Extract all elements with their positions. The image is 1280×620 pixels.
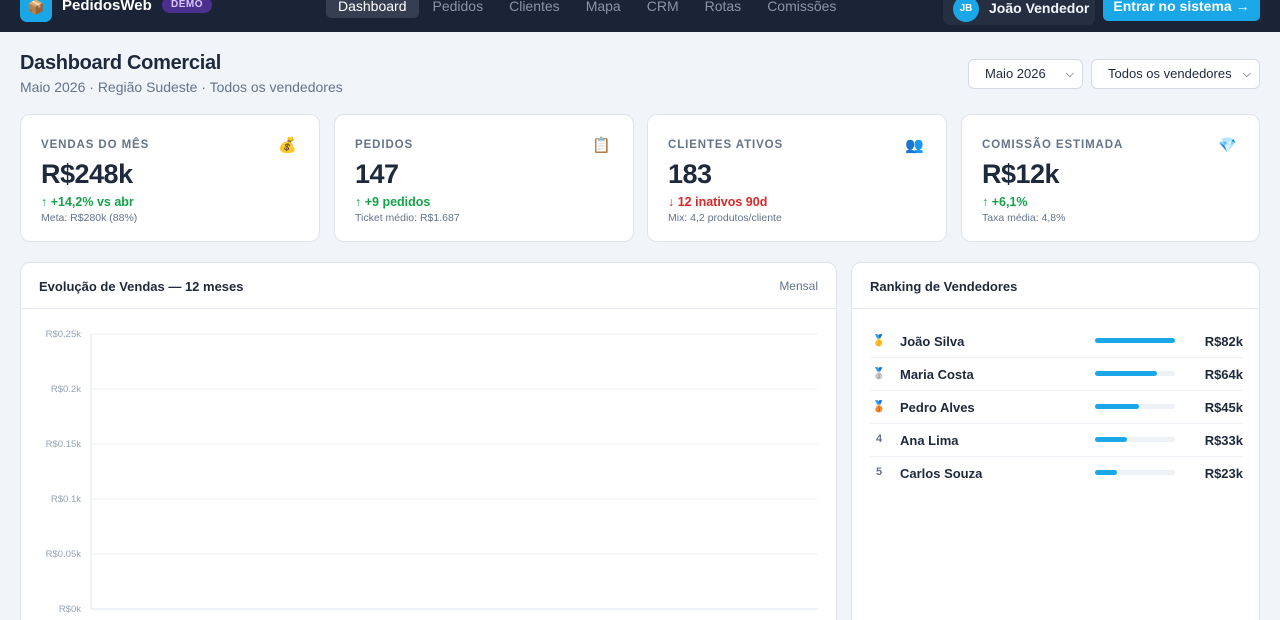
- rank-position: 5: [875, 466, 883, 478]
- progress-bar: [1095, 371, 1175, 376]
- page-title: Dashboard Comercial: [20, 52, 222, 74]
- kpi-card-clientes: CLIENTES ATIVOS 👥 183 ↓ 12 inativos 90d …: [647, 114, 947, 242]
- login-button[interactable]: Entrar no sistema →: [1103, 0, 1260, 21]
- main-nav: Dashboard Pedidos Clientes Mapa CRM Rota…: [326, 0, 850, 18]
- panel-header: Evolução de Vendas — 12 meses Mensal: [21, 263, 836, 309]
- kpi-delta: ↑ +6,1%: [982, 195, 1028, 209]
- y-tick-label: R$0.25k: [46, 329, 82, 340]
- gem-icon: 💎: [1218, 137, 1237, 154]
- bronze-medal-icon: 🥉: [872, 401, 886, 413]
- y-tick-label: R$0.15k: [46, 439, 82, 450]
- clipboard-icon: 📋: [592, 137, 611, 154]
- kpi-note: Mix: 4,2 produtos/cliente: [668, 212, 782, 224]
- users-icon: 👥: [905, 137, 924, 154]
- seller-select-value: Todos os vendedores: [1108, 66, 1232, 81]
- kpi-note: Taxa média: 4,8%: [982, 212, 1066, 224]
- ranking-row[interactable]: 🥈 Maria Costa R$64k: [870, 358, 1243, 391]
- nav-item-pedidos[interactable]: Pedidos: [421, 0, 496, 18]
- user-name: João Vendedor: [989, 0, 1090, 16]
- package-icon[interactable]: 📦: [20, 0, 52, 22]
- ranking-row[interactable]: 5 Carlos Souza R$23k: [870, 457, 1243, 490]
- nav-item-crm[interactable]: CRM: [635, 0, 691, 18]
- ranking-row[interactable]: 4 Ana Lima R$33k: [870, 424, 1243, 457]
- top-navbar: 📦 PedidosWeb DEMO Dashboard Pedidos Clie…: [0, 0, 1280, 32]
- nav-item-rotas[interactable]: Rotas: [693, 0, 754, 18]
- ranking-title: Ranking de Vendedores: [870, 279, 1018, 294]
- kpi-card-comissao: COMISSÃO ESTIMADA 💎 R$12k ↑ +6,1% Taxa m…: [961, 114, 1260, 242]
- kpi-value: 183: [668, 159, 712, 189]
- y-tick-label: R$0.2k: [51, 384, 81, 395]
- y-tick-label: R$0k: [59, 604, 81, 615]
- progress-bar: [1095, 437, 1175, 442]
- kpi-value: R$12k: [982, 159, 1060, 189]
- kpi-delta: ↓ 12 inativos 90d: [668, 195, 768, 209]
- seller-value: R$64k: [1204, 367, 1243, 382]
- user-menu[interactable]: JB João Vendedor: [943, 0, 1095, 25]
- seller-name: Maria Costa: [900, 367, 974, 382]
- seller-name: Carlos Souza: [900, 466, 983, 481]
- kpi-card-pedidos: PEDIDOS 📋 147 ↑ +9 pedidos Ticket médio:…: [334, 114, 634, 242]
- demo-badge: DEMO: [162, 0, 212, 13]
- chart-title: Evolução de Vendas — 12 meses: [39, 279, 244, 294]
- progress-bar: [1095, 404, 1175, 409]
- chevron-down-icon: ⌵: [1242, 68, 1251, 80]
- y-tick-label: R$0.05k: [46, 549, 82, 560]
- progress-fill: [1095, 437, 1128, 442]
- kpi-delta: ↑ +9 pedidos: [355, 195, 431, 209]
- sales-chart-panel: Evolução de Vendas — 12 meses Mensal R$0…: [20, 262, 837, 620]
- month-select[interactable]: Maio 2026 ⌵: [968, 59, 1083, 89]
- kpi-label: CLIENTES ATIVOS: [668, 139, 784, 151]
- kpi-card-vendas: VENDAS DO MÊS 💰 R$248k ↑ +14,2% vs abr M…: [20, 114, 320, 242]
- seller-name: Pedro Alves: [900, 400, 975, 415]
- panel-header: Ranking de Vendedores: [852, 263, 1259, 309]
- kpi-note: Meta: R$280k (88%): [41, 212, 138, 224]
- seller-value: R$82k: [1204, 334, 1243, 349]
- sales-chart: R$0k R$0.05k R$0.1k R$0.15k R$0.2k R$0.25k: [46, 329, 818, 615]
- chart-period: Mensal: [779, 279, 818, 293]
- ranking-list: 🥇 João Silva R$82k 🥈 Maria Costa R$64k 🥉…: [870, 325, 1243, 490]
- ranking-panel: Ranking de Vendedores 🥇 João Silva R$82k…: [851, 262, 1260, 620]
- logo-glyph: 📦: [27, 0, 45, 15]
- progress-fill: [1095, 470, 1118, 475]
- rank-position: 4: [875, 433, 883, 445]
- silver-medal-icon: 🥈: [872, 368, 886, 380]
- progress-bar: [1095, 338, 1175, 343]
- ranking-row[interactable]: 🥉 Pedro Alves R$45k: [870, 391, 1243, 424]
- progress-fill: [1095, 338, 1175, 343]
- money-bag-icon: 💰: [278, 137, 297, 154]
- gold-medal-icon: 🥇: [872, 335, 886, 347]
- seller-name: João Silva: [900, 334, 965, 349]
- progress-fill: [1095, 404, 1139, 409]
- brand-name[interactable]: PedidosWeb: [62, 0, 152, 14]
- progress-fill: [1095, 371, 1158, 376]
- y-tick-label: R$0.1k: [51, 494, 81, 505]
- nav-item-clientes[interactable]: Clientes: [497, 0, 572, 18]
- progress-bar: [1095, 470, 1175, 475]
- nav-item-mapa[interactable]: Mapa: [574, 0, 633, 18]
- kpi-label: PEDIDOS: [355, 139, 414, 151]
- seller-select[interactable]: Todos os vendedores ⌵: [1091, 59, 1260, 89]
- kpi-label: VENDAS DO MÊS: [41, 139, 150, 151]
- seller-value: R$23k: [1204, 466, 1243, 481]
- ranking-row[interactable]: 🥇 João Silva R$82k: [870, 325, 1243, 358]
- month-select-value: Maio 2026: [985, 66, 1046, 81]
- kpi-note: Ticket médio: R$1.687: [355, 212, 460, 224]
- avatar: JB: [953, 0, 979, 22]
- nav-item-comissoes[interactable]: Comissões: [755, 0, 848, 18]
- kpi-label: COMISSÃO ESTIMADA: [982, 139, 1124, 151]
- kpi-delta: ↑ +14,2% vs abr: [41, 195, 134, 209]
- seller-name: Ana Lima: [900, 433, 959, 448]
- page-subtitle: Maio 2026 · Região Sudeste · Todos os ve…: [20, 79, 343, 95]
- nav-item-dashboard[interactable]: Dashboard: [326, 0, 419, 18]
- chevron-down-icon: ⌵: [1065, 68, 1074, 80]
- seller-value: R$45k: [1204, 400, 1243, 415]
- seller-value: R$33k: [1204, 433, 1243, 448]
- kpi-value: 147: [355, 159, 399, 189]
- kpi-value: R$248k: [41, 159, 133, 189]
